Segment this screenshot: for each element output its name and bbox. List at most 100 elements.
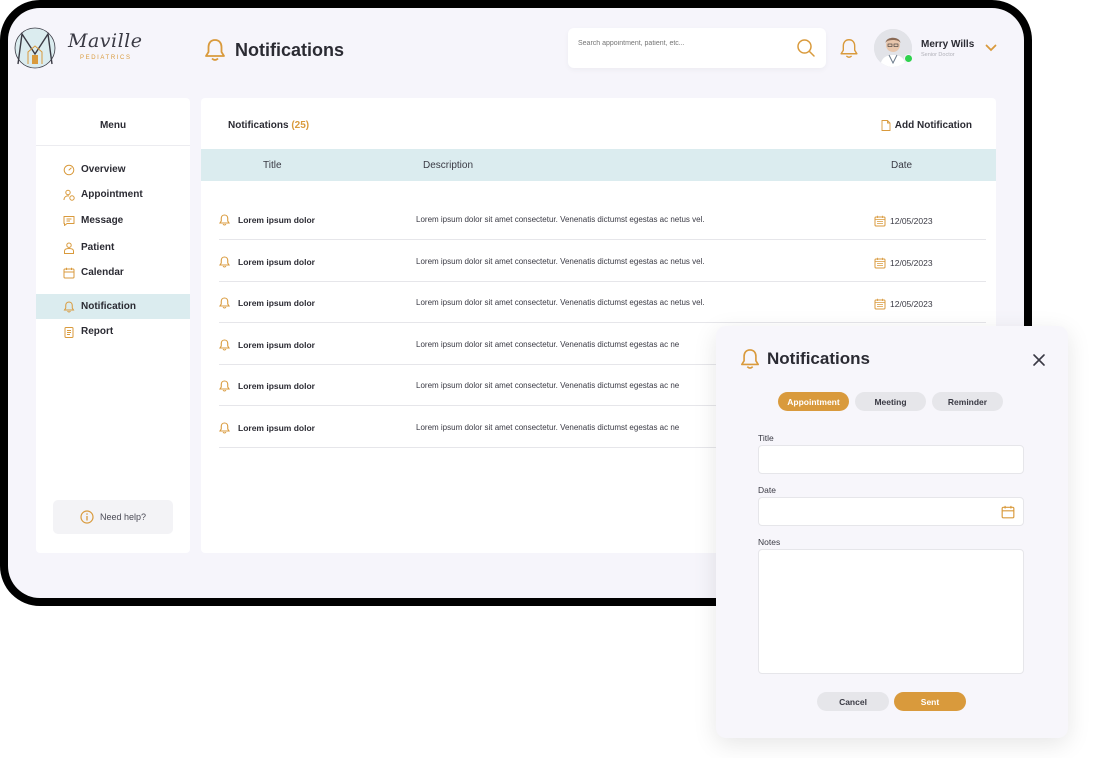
- row-date: 12/05/2023: [874, 298, 933, 310]
- modal-title: Notifications: [767, 349, 870, 368]
- row-title: Lorem ipsum dolor: [238, 423, 315, 433]
- sidebar-item-report[interactable]: Report: [36, 319, 190, 344]
- bell-icon: [219, 214, 230, 226]
- bell-icon: [63, 300, 75, 313]
- search-box[interactable]: [568, 28, 826, 68]
- row-description: Lorem ipsum dolor sit amet consectetur. …: [416, 215, 705, 224]
- sidebar-item-notification[interactable]: Notification: [36, 294, 190, 319]
- table-row[interactable]: Lorem ipsum dolor Lorem ipsum dolor sit …: [219, 198, 986, 240]
- sidebar-item-label: Patient: [81, 242, 115, 253]
- tab-meeting[interactable]: Meeting: [855, 392, 926, 411]
- help-label: Need help?: [99, 512, 147, 522]
- calendar-icon: [874, 215, 886, 227]
- row-date: 12/05/2023: [874, 215, 933, 227]
- row-description: Lorem ipsum dolor sit amet consectetur. …: [416, 298, 705, 307]
- add-notification-label: Add Notification: [894, 120, 972, 131]
- date-input[interactable]: [759, 498, 1023, 525]
- tab-reminder[interactable]: Reminder: [932, 392, 1003, 411]
- row-date-text: 12/05/2023: [890, 216, 933, 226]
- table-row[interactable]: Lorem ipsum dolor Lorem ipsum dolor sit …: [219, 240, 986, 282]
- help-button[interactable]: Need help?: [53, 500, 173, 534]
- modal-tabs: Appointment Meeting Reminder: [778, 392, 1009, 411]
- logo-mark-icon: [14, 27, 56, 69]
- notification-bell-icon[interactable]: [839, 38, 859, 59]
- row-title: Lorem ipsum dolor: [238, 340, 315, 350]
- calendar-icon: [874, 298, 886, 310]
- sidebar-item-label: Appointment: [81, 189, 143, 200]
- panel-title-text: Notifications: [228, 120, 289, 131]
- info-icon: [80, 510, 94, 524]
- chevron-down-icon[interactable]: [985, 44, 997, 52]
- cancel-button[interactable]: Cancel: [817, 692, 889, 711]
- menu-divider: [36, 145, 190, 146]
- title-field[interactable]: [758, 445, 1024, 474]
- add-notification-modal: Notifications Appointment Meeting Remind…: [716, 326, 1068, 738]
- gauge-icon: [63, 164, 75, 176]
- bell-icon: [219, 256, 230, 268]
- notes-textarea[interactable]: [759, 550, 1023, 673]
- column-header-description: Description: [423, 160, 474, 171]
- title-field-label: Title: [758, 433, 774, 443]
- user-name: Merry Wills: [921, 39, 975, 50]
- row-date-text: 12/05/2023: [890, 258, 933, 268]
- user-role: Senior Doctor: [921, 52, 955, 58]
- sent-button[interactable]: Sent: [894, 692, 966, 711]
- chat-icon: [63, 215, 75, 227]
- calendar-icon: [874, 257, 886, 269]
- sidebar-item-calendar[interactable]: Calendar: [36, 260, 190, 285]
- sidebar-item-message[interactable]: Message: [36, 208, 190, 233]
- row-date-text: 12/05/2023: [890, 299, 933, 309]
- row-title: Lorem ipsum dolor: [238, 257, 315, 267]
- calendar-icon[interactable]: [1001, 505, 1015, 519]
- notes-field[interactable]: [758, 549, 1024, 674]
- title-input[interactable]: [759, 446, 1023, 473]
- sidebar-item-label: Message: [81, 215, 124, 226]
- search-input[interactable]: [578, 40, 778, 47]
- row-title: Lorem ipsum dolor: [238, 215, 315, 225]
- calendar-icon: [63, 267, 75, 279]
- date-field[interactable]: [758, 497, 1024, 526]
- bell-icon: [219, 422, 230, 434]
- sidebar-item-label: Notification: [81, 301, 136, 312]
- sidebar-item-patient[interactable]: Patient: [36, 235, 190, 260]
- menu-title: Menu: [99, 120, 127, 131]
- brand-logo[interactable]: Maville PEDIATRICS: [12, 24, 152, 76]
- brand-subtitle: PEDIATRICS: [80, 55, 132, 61]
- column-header-date: Date: [891, 160, 913, 171]
- row-title: Lorem ipsum dolor: [238, 381, 315, 391]
- column-header-title: Title: [263, 160, 282, 171]
- sidebar-item-appointment[interactable]: Appointment: [36, 182, 190, 207]
- panel-title: Notifications (25): [228, 120, 309, 131]
- bell-icon: [205, 39, 225, 61]
- page-header: Notifications: [204, 38, 344, 62]
- sidebar: Menu Overview Appointment Message Patien…: [36, 98, 190, 553]
- sidebar-item-overview[interactable]: Overview: [36, 157, 190, 182]
- bell-icon: [741, 349, 759, 369]
- table-header: Title Description Date: [201, 149, 996, 181]
- sidebar-item-label: Overview: [81, 164, 126, 175]
- notes-field-label: Notes: [758, 537, 781, 547]
- document-add-icon: [881, 120, 891, 131]
- patient-icon: [63, 242, 75, 254]
- row-description: Lorem ipsum dolor sit amet consectetur. …: [416, 340, 680, 349]
- row-description: Lorem ipsum dolor sit amet consectetur. …: [416, 257, 705, 266]
- sidebar-item-label: Calendar: [81, 267, 124, 278]
- add-notification-button[interactable]: Add Notification: [881, 120, 972, 131]
- modal-header: Notifications: [740, 348, 870, 370]
- row-description: Lorem ipsum dolor sit amet consectetur. …: [416, 423, 680, 432]
- search-icon[interactable]: [796, 38, 816, 58]
- online-status-dot: [904, 54, 913, 63]
- page-title: Notifications: [235, 39, 345, 60]
- user-clock-icon: [63, 189, 75, 201]
- table-row[interactable]: Lorem ipsum dolor Lorem ipsum dolor sit …: [219, 281, 986, 323]
- notification-count: (25): [291, 120, 310, 131]
- bell-icon: [219, 297, 230, 309]
- row-title: Lorem ipsum dolor: [238, 298, 315, 308]
- close-icon[interactable]: [1032, 353, 1046, 367]
- bell-icon: [219, 380, 230, 392]
- tab-appointment[interactable]: Appointment: [778, 392, 849, 411]
- brand-name: Maville: [68, 30, 143, 52]
- row-date: 12/05/2023: [874, 257, 933, 269]
- bell-icon: [219, 339, 230, 351]
- row-description: Lorem ipsum dolor sit amet consectetur. …: [416, 381, 680, 390]
